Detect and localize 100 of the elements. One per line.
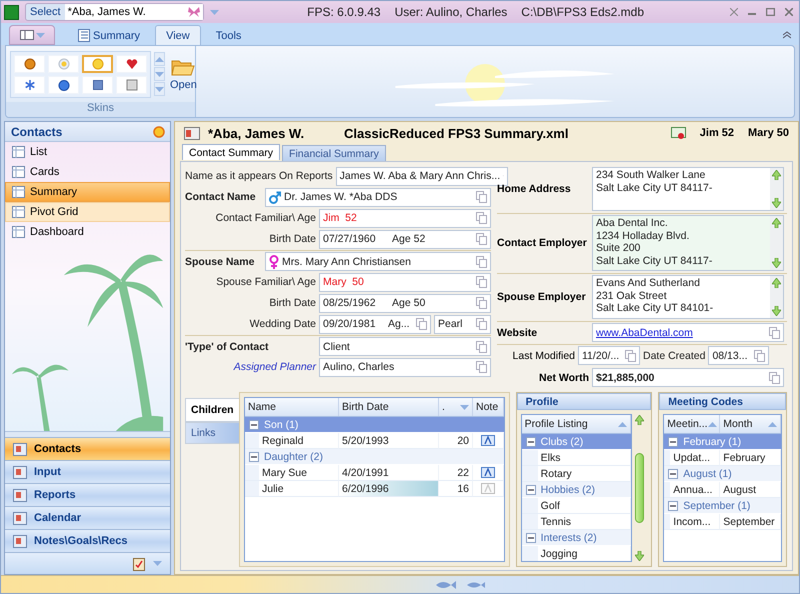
select-field[interactable]: *Aba, James W.	[64, 4, 203, 20]
open-button[interactable]: Open	[168, 57, 199, 91]
maximize-icon[interactable]	[766, 8, 775, 16]
scroll-down-icon[interactable]	[772, 306, 781, 316]
field-label: Birth Date	[268, 297, 316, 309]
date-field[interactable]: 09/20/1981 Ag...	[319, 314, 431, 334]
group-row[interactable]: August (1)	[664, 466, 781, 482]
app-icon[interactable]	[4, 4, 19, 20]
scroll-up-icon[interactable]	[772, 170, 781, 180]
table-cell: Golf	[538, 498, 632, 514]
group-row[interactable]: Interests (2)	[522, 530, 632, 546]
age-text: Age 50	[392, 297, 426, 309]
collapse-icon[interactable]	[668, 468, 678, 478]
side-tab[interactable]: Links	[185, 422, 239, 444]
view-item[interactable]: Summary	[5, 182, 170, 202]
name-field[interactable]: Mrs. Mary Ann Christiansen	[265, 252, 491, 271]
date-field[interactable]: 08/25/1962 Age 50	[319, 294, 491, 312]
view-item[interactable]: Dashboard	[5, 222, 170, 242]
group-row[interactable]: Hobbies (2)	[522, 482, 632, 498]
column-header[interactable]: Name	[245, 398, 339, 416]
text-field[interactable]: Jim 52	[319, 208, 491, 228]
text-field[interactable]: Client	[319, 337, 491, 356]
column-header[interactable]: Birth Date	[339, 398, 439, 416]
amount-field[interactable]: $21,885,000	[592, 368, 784, 387]
scroll-up-icon[interactable]	[772, 218, 781, 228]
collapse-icon[interactable]	[249, 452, 259, 462]
ribbon-tab[interactable]: Summary	[67, 25, 152, 45]
table-cell: Jogging	[538, 546, 632, 561]
table-cell: Tennis	[538, 514, 632, 530]
contact-card-icon	[184, 126, 200, 140]
butterfly-icon	[188, 7, 200, 17]
select-box[interactable]: Select *Aba, James W.	[25, 3, 204, 21]
note-icon[interactable]	[480, 467, 495, 478]
sun-icon	[92, 58, 104, 70]
clipboard-icon[interactable]	[133, 556, 145, 570]
view-item[interactable]: Pivot Grid	[5, 202, 170, 222]
collapse-icon[interactable]	[526, 532, 536, 542]
page-tab[interactable]: Financial Summary	[282, 145, 386, 161]
date-field[interactable]: 08/13...	[708, 346, 770, 365]
nav-button[interactable]: Contacts	[5, 437, 170, 460]
nav-button[interactable]: Input	[5, 460, 170, 483]
scroll-down-icon[interactable]	[772, 198, 781, 208]
gallery-more-button[interactable]	[154, 82, 165, 96]
date-field[interactable]: 07/27/1960 Age 52	[319, 230, 491, 248]
nav-button[interactable]: Calendar	[5, 506, 170, 529]
nav-button[interactable]: Reports	[5, 483, 170, 506]
collapse-icon[interactable]	[526, 484, 536, 494]
female-symbol-icon	[269, 254, 279, 268]
address-field[interactable]: 234 South Walker Lane Salt Lake City UT 84117-	[592, 167, 784, 211]
view-icon	[12, 206, 25, 218]
date-text: 07/27/1960	[323, 233, 377, 245]
group-row[interactable]: Daughter (2)	[245, 449, 504, 465]
scroll-down-icon[interactable]	[635, 551, 644, 561]
close-icon[interactable]	[785, 8, 793, 16]
caret-icon	[153, 561, 162, 566]
column-header[interactable]: Profile Listing	[522, 415, 632, 433]
panel-icon	[20, 30, 34, 40]
page-tab[interactable]: Contact Summary	[182, 144, 280, 160]
gallery-up-button[interactable]	[154, 52, 165, 66]
view-item[interactable]: List	[5, 142, 170, 162]
row-indent-cell	[245, 465, 259, 481]
collapse-icon[interactable]	[526, 436, 536, 446]
text-field[interactable]: Aulino, Charles	[319, 358, 491, 376]
scroll-up-icon[interactable]	[772, 278, 781, 288]
website-field[interactable]: www.AbaDental.com	[592, 323, 784, 342]
field-label: Spouse Employer	[497, 291, 587, 303]
collapse-icon[interactable]	[668, 500, 678, 510]
app-menu-button[interactable]	[9, 25, 55, 45]
ribbon-tab[interactable]: View	[155, 25, 201, 45]
side-tab[interactable]: Children	[185, 398, 239, 422]
column-header[interactable]: Month	[720, 415, 781, 433]
square-icon	[126, 78, 138, 90]
restore-icon[interactable]	[730, 8, 738, 16]
field-link[interactable]: Assigned Planner	[185, 361, 316, 373]
scroll-up-icon[interactable]	[635, 415, 644, 425]
collapse-ribbon-icon[interactable]	[783, 31, 791, 39]
date-field[interactable]: 11/20/...	[578, 346, 640, 365]
note-icon[interactable]	[480, 435, 495, 446]
address-field[interactable]: Aba Dental Inc. 1234 Holladay Blvd. Suite 200 Salt Lake City UT 84117-	[592, 215, 784, 271]
column-header[interactable]: Note	[473, 398, 504, 416]
column-header[interactable]: .	[439, 398, 473, 416]
gallery-down-button[interactable]	[154, 67, 165, 81]
collapse-icon[interactable]	[249, 420, 259, 430]
address-field[interactable]: Evans And Sutherland 231 Oak Street Salt Lake City UT 84101-	[592, 275, 784, 319]
text-field[interactable]: Mary 50	[319, 272, 491, 292]
scroll-down-icon[interactable]	[772, 258, 781, 268]
ribbon-tab[interactable]: Tools	[204, 25, 252, 45]
collapse-icon[interactable]	[668, 436, 678, 446]
view-icon	[12, 146, 25, 158]
date-text: 08/25/1962	[323, 297, 377, 309]
row-indent-cell	[664, 450, 670, 466]
nav-button[interactable]: Notes\Goals\Recs	[5, 529, 170, 552]
anniversary-field[interactable]: Pearl	[434, 314, 491, 334]
group-row[interactable]: September (1)	[664, 498, 781, 514]
name-field[interactable]: Dr. James W. *Aba DDS	[265, 188, 491, 206]
website-link[interactable]: www.AbaDental.com	[596, 326, 766, 338]
view-item[interactable]: Cards	[5, 162, 170, 182]
column-header[interactable]: Meetin...	[664, 415, 720, 433]
table-cell: 16	[439, 481, 473, 497]
text-field[interactable]: James W. Aba & Mary Ann Chris...	[336, 166, 508, 186]
